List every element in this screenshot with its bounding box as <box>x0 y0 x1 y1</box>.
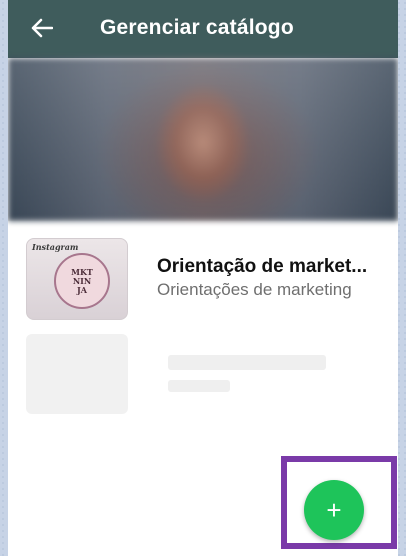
catalog-item[interactable]: Instagram MKT NIN JA Orientação de marke… <box>26 238 398 320</box>
thumbnail-logo: MKT NIN JA <box>54 253 110 309</box>
plus-icon: + <box>326 494 342 525</box>
thumbnail-brand-text: Instagram <box>32 242 79 252</box>
add-item-button[interactable]: + <box>304 480 364 540</box>
cover-overlay <box>8 58 398 221</box>
item-subtitle: Orientações de marketing <box>157 280 352 299</box>
loading-placeholder-title <box>168 355 326 370</box>
arrow-left-icon[interactable] <box>28 14 56 42</box>
thumbnail-logo-line: JA <box>77 284 87 295</box>
loading-placeholder-subtitle <box>168 380 230 392</box>
app-bar: Gerenciar catálogo <box>8 0 398 58</box>
item-title: Orientação de market... <box>157 256 368 277</box>
item-thumbnail: Instagram MKT NIN JA <box>26 238 128 320</box>
page-title: Gerenciar catálogo <box>100 16 294 39</box>
loading-placeholder-thumbnail <box>26 334 128 414</box>
